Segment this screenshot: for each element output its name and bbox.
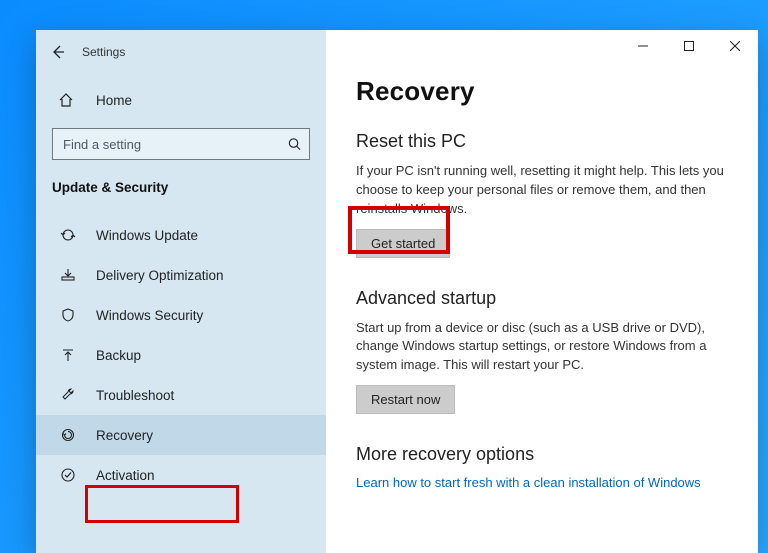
titlebar: Settings: [36, 38, 326, 66]
sidebar-item-delivery-optimization[interactable]: Delivery Optimization: [36, 255, 326, 295]
more-heading: More recovery options: [356, 444, 728, 465]
delivery-icon: [58, 267, 78, 283]
sidebar: Settings Home Update & Security Windows …: [36, 30, 326, 553]
get-started-button[interactable]: Get started: [356, 229, 450, 258]
recovery-icon: [58, 427, 78, 443]
maximize-icon: [684, 41, 694, 51]
shield-icon: [58, 307, 78, 323]
sidebar-item-activation[interactable]: Activation: [36, 455, 326, 495]
sidebar-item-label: Delivery Optimization: [96, 268, 224, 283]
sidebar-item-recovery[interactable]: Recovery: [36, 415, 326, 455]
restart-now-button[interactable]: Restart now: [356, 385, 455, 414]
advanced-startup-section: Advanced startup Start up from a device …: [356, 288, 728, 415]
reset-heading: Reset this PC: [356, 131, 728, 152]
more-recovery-section: More recovery options Learn how to start…: [356, 444, 728, 490]
close-button[interactable]: [712, 30, 758, 62]
main-panel: Recovery Reset this PC If your PC isn't …: [326, 30, 758, 553]
window-controls: [620, 30, 758, 62]
close-icon: [730, 41, 740, 51]
back-button[interactable]: [44, 38, 72, 66]
reset-description: If your PC isn't running well, resetting…: [356, 162, 726, 219]
advanced-description: Start up from a device or disc (such as …: [356, 319, 726, 376]
sidebar-item-label: Windows Update: [96, 228, 198, 243]
sync-icon: [58, 227, 78, 243]
advanced-heading: Advanced startup: [356, 288, 728, 309]
search-icon: [287, 137, 302, 152]
maximize-button[interactable]: [666, 30, 712, 62]
sidebar-item-label: Troubleshoot: [96, 388, 174, 403]
back-arrow-icon: [50, 44, 66, 60]
home-label: Home: [96, 93, 132, 108]
category-title: Update & Security: [36, 176, 326, 205]
sidebar-item-troubleshoot[interactable]: Troubleshoot: [36, 375, 326, 415]
sidebar-item-label: Backup: [96, 348, 141, 363]
activation-icon: [58, 467, 78, 483]
settings-window: Settings Home Update & Security Windows …: [36, 30, 758, 553]
sidebar-item-label: Windows Security: [96, 308, 203, 323]
home-nav[interactable]: Home: [36, 82, 326, 118]
search-input[interactable]: [52, 128, 310, 160]
reset-pc-section: Reset this PC If your PC isn't running w…: [356, 131, 728, 258]
app-title: Settings: [82, 45, 125, 59]
page-title: Recovery: [356, 76, 728, 107]
search-container: [52, 128, 310, 160]
minimize-button[interactable]: [620, 30, 666, 62]
fresh-install-link[interactable]: Learn how to start fresh with a clean in…: [356, 475, 728, 490]
content: Recovery Reset this PC If your PC isn't …: [326, 30, 758, 490]
backup-icon: [58, 347, 78, 363]
home-icon: [58, 92, 78, 108]
sidebar-item-windows-update[interactable]: Windows Update: [36, 215, 326, 255]
sidebar-item-backup[interactable]: Backup: [36, 335, 326, 375]
wrench-icon: [58, 387, 78, 403]
minimize-icon: [638, 41, 648, 51]
sidebar-item-windows-security[interactable]: Windows Security: [36, 295, 326, 335]
sidebar-item-label: Recovery: [96, 428, 153, 443]
nav-list: Windows Update Delivery Optimization Win…: [36, 205, 326, 495]
sidebar-item-label: Activation: [96, 468, 155, 483]
